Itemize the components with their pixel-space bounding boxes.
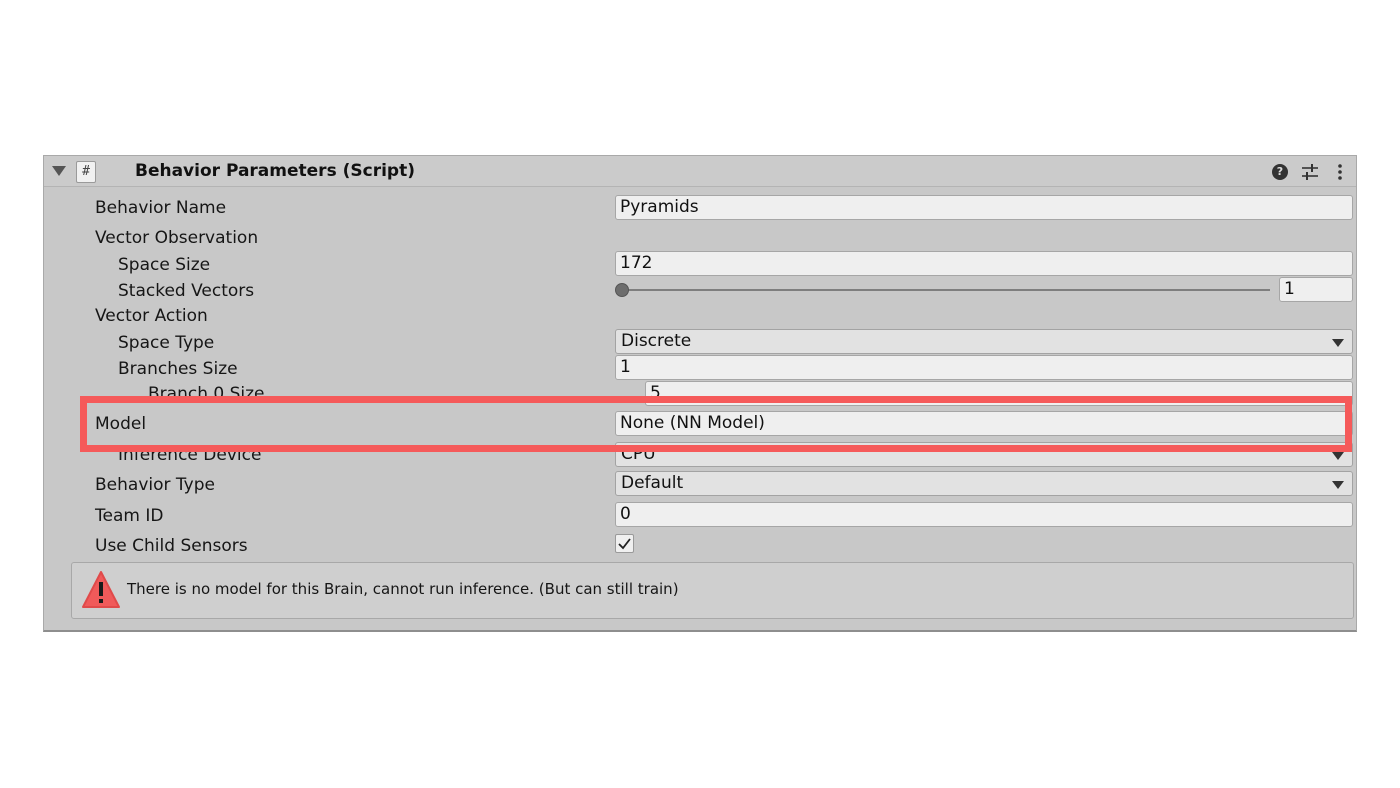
vector-observation-label: Vector Observation — [95, 228, 259, 248]
script-icon: # — [76, 161, 96, 183]
branches-size-label: Branches Size — [118, 359, 238, 379]
stacked-vectors-slider-thumb[interactable] — [615, 283, 629, 297]
warning-helpbox: There is no model for this Brain, cannot… — [71, 562, 1354, 619]
kebab-menu-icon[interactable] — [1330, 162, 1350, 182]
team-id-label: Team ID — [95, 506, 164, 526]
foldout-arrow-icon[interactable] — [52, 166, 66, 176]
behavior-type-value: Default — [621, 473, 684, 493]
stacked-vectors-label: Stacked Vectors — [118, 281, 255, 301]
checkmark-icon — [618, 538, 631, 550]
model-row-highlight — [80, 396, 1352, 452]
chevron-down-icon — [1332, 452, 1344, 460]
chevron-down-icon — [1332, 481, 1344, 489]
space-type-dropdown[interactable]: Discrete — [615, 329, 1353, 354]
chevron-down-icon — [1332, 339, 1344, 347]
stacked-vectors-input[interactable]: 1 — [1279, 277, 1353, 302]
vector-action-label: Vector Action — [95, 306, 208, 326]
behavior-type-dropdown[interactable]: Default — [615, 471, 1353, 496]
behavior-name-label: Behavior Name — [95, 198, 227, 218]
warning-text: There is no model for this Brain, cannot… — [127, 580, 679, 598]
stacked-vectors-slider-track[interactable] — [622, 289, 1270, 291]
use-child-sensors-checkbox[interactable] — [615, 534, 634, 553]
help-icon[interactable]: ? — [1270, 162, 1290, 182]
component-title: Behavior Parameters (Script) — [135, 161, 415, 181]
presets-icon[interactable] — [1300, 162, 1320, 182]
team-id-input[interactable]: 0 — [615, 502, 1353, 527]
space-size-input[interactable]: 172 — [615, 251, 1353, 276]
use-child-sensors-label: Use Child Sensors — [95, 536, 248, 556]
behavior-name-input[interactable]: Pyramids — [615, 195, 1353, 220]
behavior-type-label: Behavior Type — [95, 475, 215, 495]
behavior-parameters-component: # Behavior Parameters (Script) ? Behavio… — [43, 155, 1357, 632]
warning-icon — [82, 571, 120, 608]
space-type-label: Space Type — [118, 333, 215, 353]
space-size-label: Space Size — [118, 255, 211, 275]
branches-size-input[interactable]: 1 — [615, 355, 1353, 380]
space-type-value: Discrete — [621, 331, 692, 351]
component-header[interactable]: # Behavior Parameters (Script) ? — [44, 156, 1356, 187]
